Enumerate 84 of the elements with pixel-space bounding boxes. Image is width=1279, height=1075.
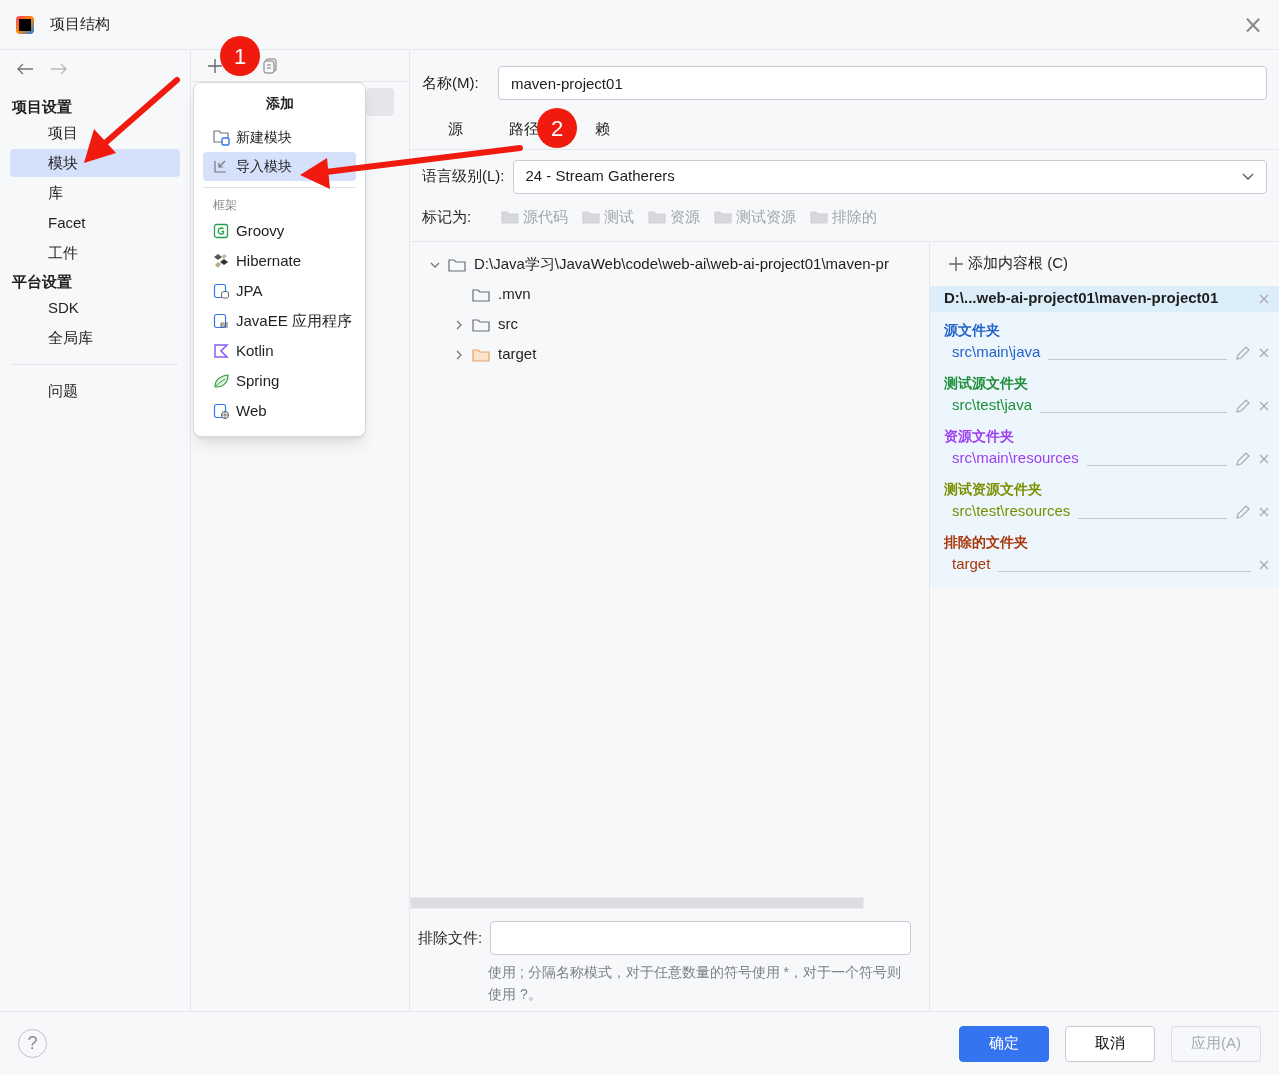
module-list-item[interactable]: [366, 88, 394, 116]
folder-path[interactable]: target: [952, 553, 991, 576]
sidebar-item[interactable]: 项目: [10, 119, 180, 147]
sidebar-item[interactable]: 库: [10, 179, 180, 207]
menu-title: 添加: [264, 94, 295, 113]
folder-icon: [714, 210, 733, 224]
name-field[interactable]: maven-project01: [498, 66, 1267, 100]
menu-item[interactable]: Kotlin: [203, 336, 356, 366]
tree-item[interactable]: .mvn: [498, 283, 531, 306]
field-label: 名称(M):: [422, 72, 480, 93]
menu-group-title: 框架: [212, 197, 238, 214]
folder-category-title: 排除的文件夹: [943, 532, 1029, 552]
sidebar-item[interactable]: 全局库: [10, 324, 180, 352]
horizontal-scrollbar[interactable]: [410, 897, 864, 909]
sidebar-item[interactable]: Facet: [10, 209, 180, 237]
page-globe-icon: [213, 402, 230, 420]
plus-icon: [948, 255, 964, 272]
tab[interactable]: 源: [448, 118, 463, 141]
pencil-icon[interactable]: [1235, 397, 1251, 414]
square-letter-icon: [213, 222, 230, 240]
sidebar-item[interactable]: 模块: [10, 149, 180, 177]
diamond-blocks-icon: [213, 252, 230, 270]
menu-item[interactable]: JavaEE 应用程序: [203, 306, 356, 336]
folder-icon: [213, 129, 230, 146]
tree-item[interactable]: D:\Java学习\JavaWeb\code\web-ai\web-ai-project01\maven-pr: [474, 253, 889, 276]
field-label: 语言级别(L):: [422, 166, 505, 187]
section-header: 平台设置: [11, 271, 73, 292]
close-icon[interactable]: [1259, 506, 1269, 517]
menu-item[interactable]: 新建模块: [203, 123, 356, 152]
menu-item[interactable]: Web: [203, 396, 356, 426]
folder-path[interactable]: src\test\java: [952, 394, 1033, 417]
sidebar-item[interactable]: 问题: [10, 377, 180, 405]
page-database-icon: [213, 282, 230, 300]
chevron-right-icon[interactable]: [454, 349, 464, 360]
close-icon[interactable]: [1259, 400, 1269, 411]
step-badge: 1: [220, 36, 260, 76]
add-icon[interactable]: [207, 57, 223, 74]
folder-path[interactable]: src\main\java: [952, 341, 1041, 364]
language-level-dropdown[interactable]: 24 - Stream Gatherers: [512, 159, 1267, 194]
hint-text: 使用 ; 分隔名称模式，对于任意数量的符号使用 *，对于一个符号则使用 ?。: [487, 963, 902, 1004]
folder-icon: [810, 210, 829, 224]
page-ee-icon: [213, 312, 230, 330]
cancel-button[interactable]: 取消: [1065, 1025, 1155, 1062]
pencil-icon[interactable]: [1235, 344, 1251, 361]
sidebar-item[interactable]: SDK: [10, 294, 180, 322]
folder-category-title: 资源文件夹: [943, 426, 1015, 446]
field-label: 标记为:: [422, 206, 472, 227]
tree-item[interactable]: target: [498, 343, 537, 366]
chevron-down-icon: [1242, 172, 1254, 181]
folder-icon: [582, 210, 601, 224]
content-root-path: D:\...web-ai-project01\maven-project01: [944, 288, 1219, 309]
tree-item[interactable]: src: [498, 313, 518, 336]
menu-item[interactable]: Spring: [203, 366, 356, 396]
field-label: 排除文件:: [418, 927, 483, 948]
k-shape-icon: [213, 342, 230, 360]
close-icon[interactable]: [1259, 453, 1269, 464]
sidebar-item[interactable]: 工件: [10, 239, 180, 267]
app-logo-icon: [16, 15, 34, 34]
pencil-icon[interactable]: [1235, 450, 1251, 467]
chevron-right-icon[interactable]: [454, 319, 464, 330]
exclude-files-field[interactable]: [490, 921, 911, 955]
menu-item[interactable]: JPA: [203, 276, 356, 306]
close-icon[interactable]: [1259, 559, 1269, 570]
section-header: 项目设置: [11, 96, 73, 117]
tab[interactable]: 赖: [585, 118, 610, 141]
close-icon[interactable]: [1259, 293, 1269, 304]
step-badge: 2: [537, 108, 577, 148]
folder-path[interactable]: src\main\resources: [952, 447, 1079, 470]
leaf-icon: [213, 372, 230, 390]
ok-button[interactable]: 确定: [959, 1025, 1049, 1062]
folder-icon: [501, 210, 520, 224]
menu-item[interactable]: Hibernate: [203, 246, 356, 276]
menu-item[interactable]: Groovy: [203, 216, 356, 246]
add-content-root-button[interactable]: 添加内容根 (C): [930, 241, 1279, 286]
copy-icon[interactable]: [263, 57, 277, 74]
folder-category-title: 测试资源文件夹: [943, 479, 1043, 499]
close-icon[interactable]: [1259, 347, 1269, 358]
window-title: 项目结构: [50, 14, 110, 35]
folder-category-title: 测试源文件夹: [943, 373, 1029, 393]
folder-icon: [648, 210, 667, 224]
forward-arrow-icon[interactable]: [50, 62, 68, 76]
back-arrow-icon[interactable]: [16, 62, 34, 76]
folder-category-title: 源文件夹: [943, 320, 1001, 340]
pencil-icon[interactable]: [1235, 503, 1251, 520]
